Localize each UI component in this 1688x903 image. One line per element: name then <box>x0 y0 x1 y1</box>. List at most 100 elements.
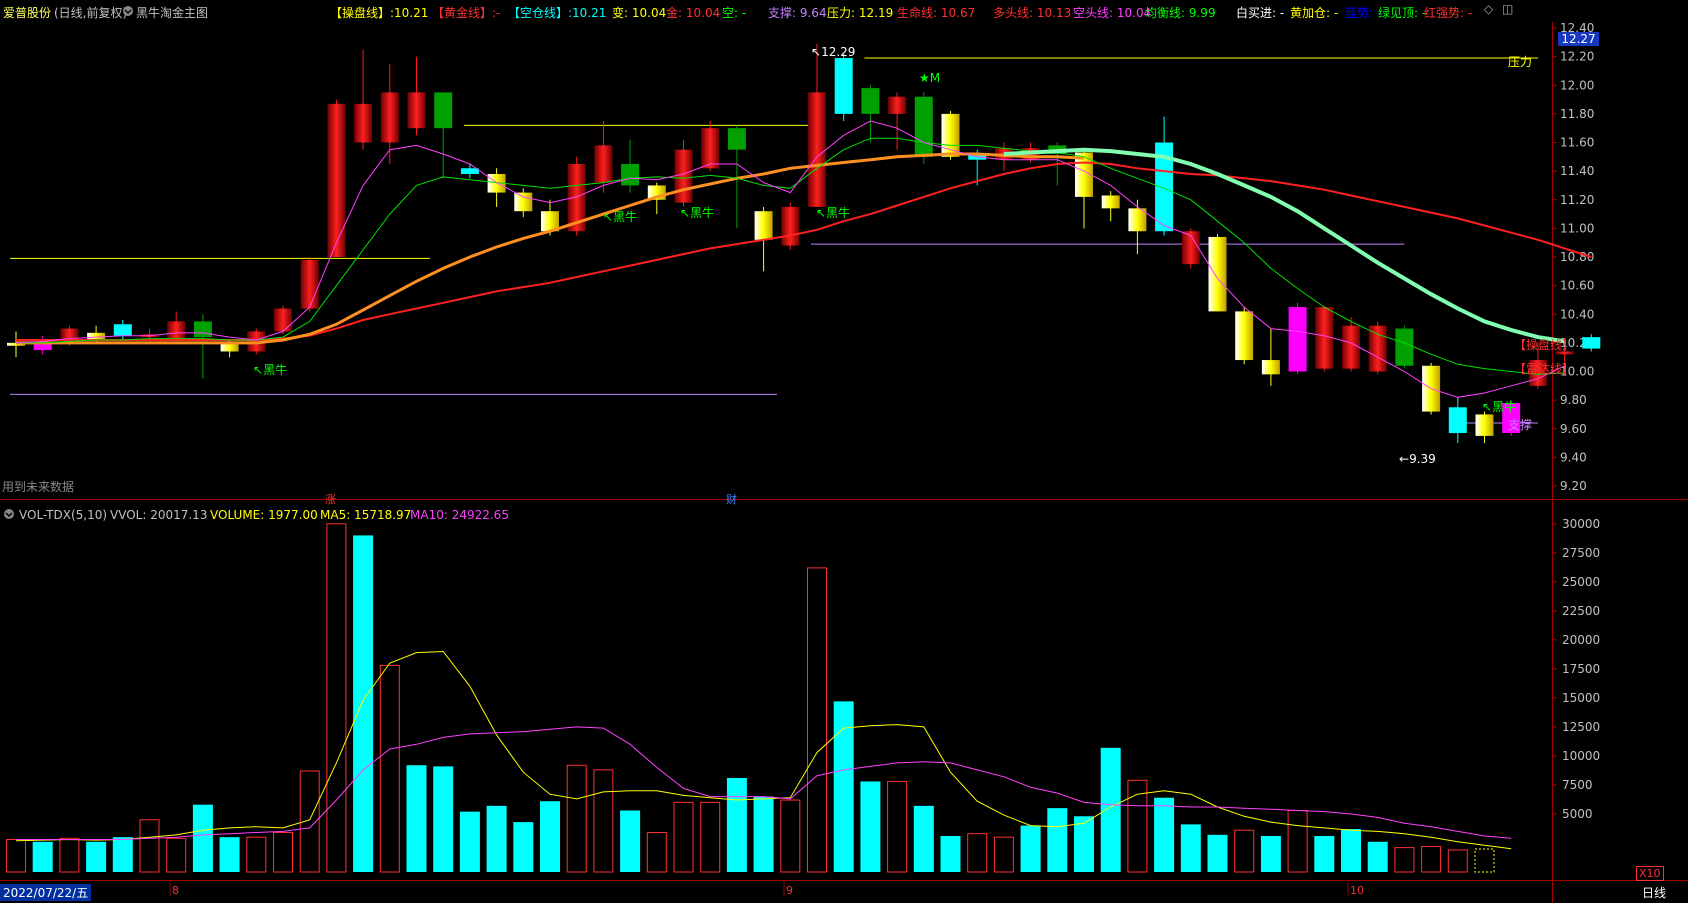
volume-bar <box>1394 847 1415 873</box>
volume-bar <box>780 799 801 873</box>
candle-body <box>674 149 693 203</box>
volume-bar <box>112 837 133 872</box>
candle-body <box>514 192 533 212</box>
volume-indicator-name[interactable]: VOL-TDX(5,10) <box>19 508 107 522</box>
candle-body <box>1261 360 1280 375</box>
y-tick-label: 9.20 <box>1560 479 1587 493</box>
candle-body <box>274 308 292 332</box>
volume-bar <box>246 836 267 873</box>
volume-bar <box>1260 836 1281 872</box>
volume-bar <box>406 765 427 872</box>
candle-body <box>167 321 186 341</box>
volume-bar <box>940 836 961 872</box>
zoom-badge[interactable]: X10 <box>1636 866 1664 881</box>
black-bull-label: 黑牛 <box>263 363 288 377</box>
candle-body <box>594 145 613 183</box>
volume-bar <box>326 523 347 873</box>
candle-body <box>888 96 907 114</box>
candle-body <box>1475 414 1494 436</box>
y-tick-label: 12.20 <box>1560 50 1594 64</box>
low-value: 9.39 <box>1409 452 1436 466</box>
candle-body <box>434 92 453 129</box>
volume-bar <box>513 822 534 872</box>
volume-bar <box>1314 836 1335 872</box>
candle-body <box>300 259 319 309</box>
candle-body <box>754 211 773 240</box>
y-tick-label: 11.40 <box>1560 164 1594 178</box>
volume-bar <box>1100 747 1121 872</box>
vol-y-tick-label: 27500 <box>1562 546 1600 560</box>
y-tick-label: 11.00 <box>1560 221 1594 235</box>
candle-body <box>1448 407 1467 434</box>
volume-bar <box>166 837 187 873</box>
ma5-readout: MA5: 15718.97 <box>320 508 412 522</box>
date-readout: 2022/07/22/五 <box>0 884 92 901</box>
candle-body <box>407 92 426 129</box>
black-bull-label: 黑牛 <box>826 206 851 220</box>
pressure-label: 压力 <box>1508 55 1533 69</box>
candle-body <box>354 103 373 143</box>
no-future-data-note: 用到未来数据 <box>2 480 75 494</box>
volume-bar <box>807 567 827 873</box>
volume-bar <box>1180 824 1201 872</box>
volume-bar <box>700 801 721 873</box>
vol-y-tick-label: 17500 <box>1562 662 1600 676</box>
vol-y-tick-label: 7500 <box>1562 778 1593 792</box>
volume-bar <box>860 781 881 872</box>
volume-bar <box>1341 829 1361 872</box>
volume-bar <box>353 535 374 872</box>
vol-y-tick-label: 25000 <box>1562 575 1600 589</box>
volume-readout: VOLUME: 1977.00 <box>210 508 318 522</box>
radar-line-label: 【雷达线】 <box>1514 362 1575 376</box>
candle-body <box>1235 311 1254 361</box>
volume-bar <box>139 819 160 873</box>
candle-body <box>914 96 933 157</box>
vol-y-tick-label: 22500 <box>1562 604 1600 618</box>
candle-body <box>1101 195 1120 209</box>
volume-bar <box>726 777 747 872</box>
volume-bar <box>1421 845 1442 873</box>
volume-bar <box>1154 797 1175 872</box>
vol-y-tick-label: 30000 <box>1562 517 1600 531</box>
y-tick-label: 9.40 <box>1560 450 1587 464</box>
volume-header <box>3 507 15 522</box>
y-tick-label: 10.60 <box>1560 279 1594 293</box>
volume-bar <box>1207 834 1228 872</box>
y-tick-label: 9.60 <box>1560 422 1587 436</box>
star-m-mark: ★M <box>919 71 941 85</box>
volume-bar <box>887 780 908 873</box>
volume-bar <box>192 804 213 872</box>
candle-body <box>380 92 399 143</box>
volume-bar <box>86 841 107 872</box>
candle-body <box>781 206 800 246</box>
volume-bar <box>6 839 26 873</box>
cai-mark: 财 <box>726 493 737 506</box>
volume-bar <box>1474 848 1495 873</box>
support-label: 支撑 <box>1508 418 1533 432</box>
vol-y-tick-label: 12500 <box>1562 720 1600 734</box>
candle-body <box>1368 325 1387 372</box>
vol-y-tick-label: 15000 <box>1562 691 1600 705</box>
volume-bar <box>673 801 694 873</box>
y-tick-label: 12.00 <box>1560 78 1594 92</box>
volume-bar <box>1447 849 1468 873</box>
candle-body <box>834 58 853 114</box>
volume-bar <box>833 701 854 872</box>
period-label-bottom[interactable]: 日线 <box>1642 884 1666 901</box>
volume-bar <box>540 801 560 872</box>
candle-body <box>621 163 640 186</box>
vol-y-tick-label: 5000 <box>1562 807 1593 821</box>
volume-bar <box>1287 809 1308 873</box>
black-bull-signal: ↖黑牛 <box>603 210 638 224</box>
y-tick-label: 11.80 <box>1560 107 1594 121</box>
volume-bar <box>1367 841 1388 872</box>
volume-bar <box>32 841 53 872</box>
y-tick-label: 11.20 <box>1560 193 1594 207</box>
volume-bar <box>1047 808 1068 872</box>
volume-bar <box>59 837 80 873</box>
candle-body <box>460 168 479 174</box>
candle-body <box>1288 307 1307 372</box>
zhang-mark: 涨 <box>325 493 336 506</box>
candle-body <box>1342 325 1360 369</box>
black-bull-label: 黑牛 <box>613 210 638 224</box>
